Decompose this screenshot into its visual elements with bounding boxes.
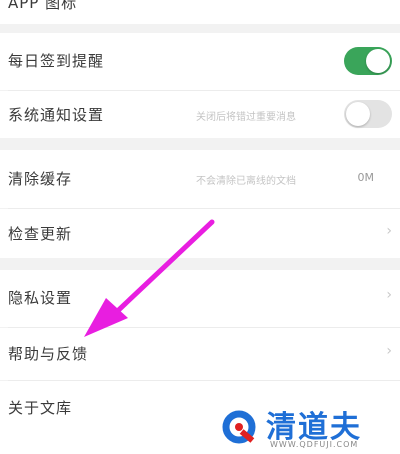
daily-checkin-toggle[interactable] [344,47,392,75]
system-notification-hint: 关闭后将错过重要消息 [196,112,296,123]
check-update-label: 检查更新 [8,225,73,243]
app-icon-label: APP 图标 [8,0,78,12]
settings-row-daily-checkin[interactable]: 每日签到提醒 [0,33,400,90]
clear-cache-label: 清除缓存 [8,170,73,188]
toggle-knob [366,49,390,73]
system-notification-label: 系统通知设置 [8,106,105,124]
chevron-right-icon: › [386,287,392,303]
privacy-label: 隐私设置 [8,289,73,307]
settings-row-privacy[interactable]: 隐私设置 › [0,270,400,327]
watermark-url: WWW.QDFUJI.COM [270,440,359,449]
about-label: 关于文库 [8,399,73,417]
settings-row-app-icon[interactable]: APP 图标 [0,0,400,24]
cache-size-value: 0M [357,171,375,184]
watermark: 清道夫 WWW.QDFUJI.COM [214,404,400,454]
daily-checkin-label: 每日签到提醒 [8,52,105,70]
chevron-right-icon: › [386,223,392,239]
settings-row-check-update[interactable]: 检查更新 › [0,209,400,258]
toggle-knob [346,102,370,126]
clear-cache-hint: 不会清除已离线的文档 [196,176,296,187]
settings-row-system-notification[interactable]: 系统通知设置 关闭后将错过重要消息 [0,91,400,138]
settings-row-help-feedback[interactable]: 帮助与反馈 › [0,328,400,380]
system-notification-toggle[interactable] [344,100,392,128]
chevron-right-icon: › [386,343,392,359]
watermark-logo-icon [222,410,256,444]
settings-row-clear-cache[interactable]: 清除缓存 不会清除已离线的文档 0M [0,150,400,208]
help-feedback-label: 帮助与反馈 [8,345,89,363]
